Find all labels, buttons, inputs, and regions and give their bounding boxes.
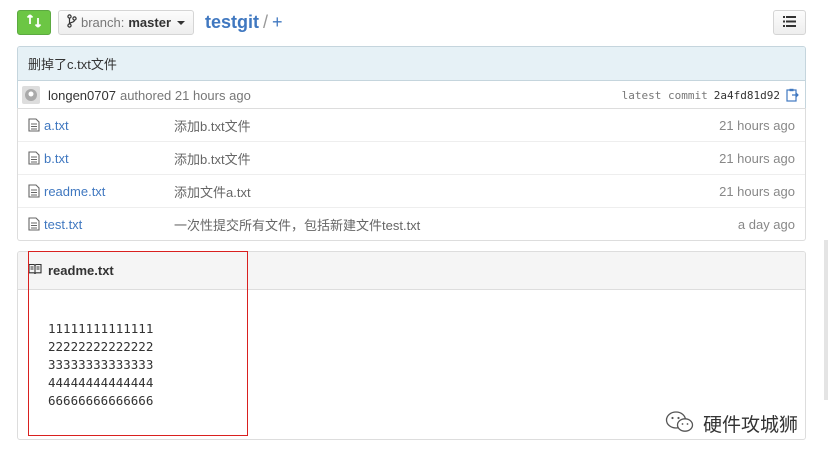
readme-line: 66666666666666 (48, 393, 154, 408)
wechat-icon (665, 410, 695, 437)
add-file-link[interactable]: + (272, 12, 283, 32)
readme-title: readme.txt (48, 263, 114, 278)
readme-header: readme.txt (18, 252, 805, 290)
watermark-text: 硬件攻城狮 (703, 414, 799, 436)
file-name-link[interactable]: a.txt (44, 118, 174, 133)
file-row: readme.txt 添加文件a.txt 21 hours ago (18, 174, 805, 207)
file-name-link[interactable]: readme.txt (44, 184, 174, 199)
readme-line: 33333333333333 (48, 357, 154, 372)
file-commit-message[interactable]: 添加文件a.txt (174, 182, 644, 201)
compare-button[interactable] (17, 10, 51, 35)
file-icon (28, 151, 40, 165)
avatar[interactable] (22, 86, 40, 104)
file-icon (28, 184, 40, 198)
breadcrumb-separator: / (263, 12, 269, 32)
list-view-button[interactable] (773, 10, 806, 35)
commit-message[interactable]: 删掉了c.txt文件 (18, 47, 805, 81)
branch-label: branch: (81, 15, 125, 30)
book-icon (28, 263, 42, 278)
file-age: 21 hours ago (719, 117, 795, 133)
file-row: a.txt 添加b.txt文件 21 hours ago (18, 108, 805, 141)
file-commit-message[interactable]: 添加b.txt文件 (174, 149, 644, 168)
commit-meta: longen0707 authored 21 hours ago latest … (18, 81, 805, 108)
latest-commit-label: latest commit (621, 88, 708, 102)
file-name-link[interactable]: test.txt (44, 217, 174, 232)
branch-name: master (128, 15, 172, 30)
file-age: 21 hours ago (719, 183, 795, 199)
scrollbar-edge (824, 240, 828, 400)
file-row: test.txt 一次性提交所有文件，包括新建文件test.txt a day ag… (18, 207, 805, 240)
clipboard-icon[interactable] (786, 88, 799, 102)
file-commit-message[interactable]: 一次性提交所有文件，包括新建文件test.txt (174, 215, 644, 234)
watermark: 硬件攻城狮 (665, 410, 798, 437)
commit-author[interactable]: longen0707 (48, 88, 116, 103)
commit-tease: 删掉了c.txt文件 longen0707 authored 21 hours … (17, 46, 806, 109)
breadcrumb: testgit / + (205, 10, 283, 34)
file-age: 21 hours ago (719, 150, 795, 166)
file-icon (28, 118, 40, 132)
commit-sha[interactable]: 2a4fd81d92 (714, 89, 780, 102)
repo-link[interactable]: testgit (205, 12, 259, 32)
branch-icon (67, 14, 77, 31)
file-name-link[interactable]: b.txt (44, 151, 174, 166)
file-icon (28, 217, 40, 231)
file-commit-message[interactable]: 添加b.txt文件 (174, 116, 644, 135)
readme-line: 11111111111111 (48, 321, 154, 336)
commit-time: authored 21 hours ago (119, 87, 251, 103)
readme-line: 22222222222222 (48, 339, 154, 354)
readme-line: 44444444444444 (48, 375, 154, 390)
branch-select[interactable]: branch: master (58, 10, 195, 35)
readme-content: 11111111111111 22222222222222 333333333333… (18, 290, 805, 410)
file-list: a.txt 添加b.txt文件 21 hours ago b.txt 添加b.txt文件… (17, 108, 806, 241)
chevron-down-icon (177, 20, 186, 25)
compare-icon (26, 14, 42, 31)
file-age: a day ago (737, 216, 795, 232)
file-row: b.txt 添加b.txt文件 21 hours ago (18, 141, 805, 174)
list-icon (783, 15, 796, 30)
